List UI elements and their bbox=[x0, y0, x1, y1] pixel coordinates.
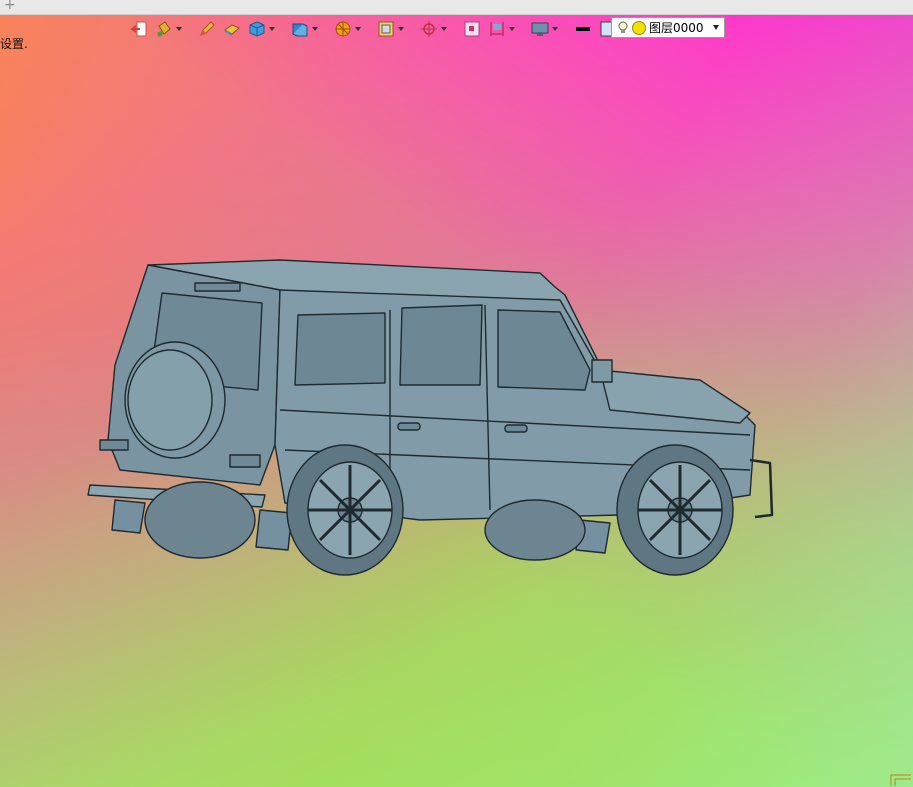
line-weight-icon bbox=[576, 27, 590, 31]
3d-viewport[interactable]: 设置. bbox=[0, 15, 913, 787]
display-frame-icon bbox=[378, 21, 394, 37]
settings-label: 设置. bbox=[0, 37, 28, 51]
line-weight-button[interactable] bbox=[572, 18, 594, 40]
layer-select[interactable]: 图层0000 bbox=[611, 17, 725, 38]
title-strip: + bbox=[0, 0, 913, 15]
monitor-button[interactable] bbox=[529, 18, 560, 40]
chevron-down-icon[interactable] bbox=[312, 27, 318, 31]
layer-color-icon[interactable] bbox=[632, 20, 646, 35]
view-cube-icon bbox=[292, 23, 308, 37]
cube-button[interactable] bbox=[246, 18, 277, 40]
paint-bucket-icon bbox=[157, 21, 171, 37]
display-frame-button[interactable] bbox=[375, 18, 406, 40]
dimension-button[interactable] bbox=[486, 18, 517, 40]
view-toolbar bbox=[128, 17, 653, 41]
corner-axis-icon bbox=[890, 774, 911, 786]
layer-name: 图层0000 bbox=[649, 21, 704, 35]
eraser-icon bbox=[224, 24, 240, 36]
chevron-down-icon[interactable] bbox=[552, 27, 558, 31]
lightbulb-icon[interactable] bbox=[617, 21, 629, 35]
pencil-button[interactable] bbox=[196, 18, 218, 40]
snap-target-button[interactable] bbox=[418, 18, 449, 40]
render-sphere-button[interactable] bbox=[332, 18, 363, 40]
select-box-icon bbox=[464, 21, 480, 37]
chevron-down-icon[interactable] bbox=[398, 27, 404, 31]
exit-button[interactable] bbox=[128, 18, 150, 40]
dimension-icon bbox=[490, 22, 504, 36]
chevron-down-icon[interactable] bbox=[509, 27, 515, 31]
cube-icon bbox=[249, 21, 265, 37]
chevron-down-icon[interactable] bbox=[176, 27, 182, 31]
select-box-button[interactable] bbox=[461, 18, 483, 40]
view-cube-button[interactable] bbox=[289, 18, 320, 40]
plus-icon[interactable]: + bbox=[4, 0, 16, 13]
eraser-button[interactable] bbox=[221, 18, 243, 40]
chevron-down-icon[interactable] bbox=[355, 27, 361, 31]
pencil-icon bbox=[200, 21, 215, 36]
render-sphere-icon bbox=[335, 21, 351, 37]
snap-target-icon bbox=[421, 21, 437, 37]
chevron-down-icon[interactable] bbox=[441, 27, 447, 31]
paint-bucket-button[interactable] bbox=[153, 18, 184, 40]
monitor-icon bbox=[531, 22, 549, 36]
suv-3d-model[interactable] bbox=[80, 245, 780, 590]
exit-icon bbox=[130, 21, 147, 37]
chevron-down-icon[interactable] bbox=[269, 27, 275, 31]
dropdown-arrow-icon[interactable] bbox=[713, 25, 719, 30]
